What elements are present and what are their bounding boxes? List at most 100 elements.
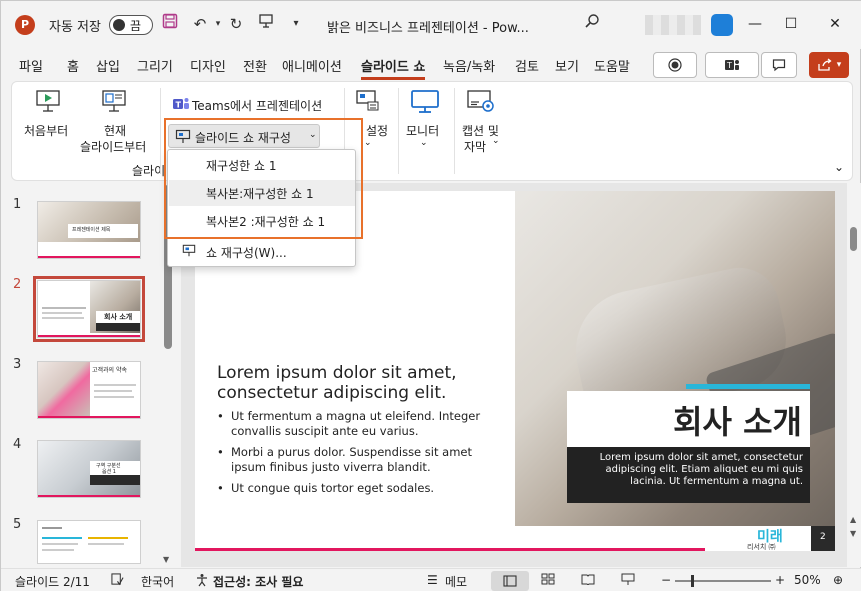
minimize-icon[interactable]: — bbox=[738, 11, 772, 37]
svg-text:T: T bbox=[176, 101, 182, 110]
scrollbar-thumb[interactable] bbox=[850, 227, 857, 251]
thumb-accent-line bbox=[38, 335, 140, 337]
next-slide-icon[interactable]: ▼ bbox=[850, 529, 856, 538]
chevron-down-icon: ⌄ bbox=[420, 138, 428, 148]
slide-thumbnail-3[interactable]: 고객과의 약속 bbox=[37, 361, 141, 419]
thumb-caption-box bbox=[90, 475, 140, 485]
spellcheck-icon[interactable] bbox=[111, 573, 124, 589]
zoom-in-icon[interactable]: + bbox=[775, 573, 785, 587]
slide-indicator[interactable]: 슬라이드 2/11 bbox=[15, 573, 90, 590]
thumb-accent-line bbox=[38, 495, 140, 497]
slideshow-view-icon[interactable] bbox=[621, 573, 635, 589]
scroll-down-arrow-icon[interactable]: ▼ bbox=[163, 555, 169, 564]
teams-button[interactable]: T bbox=[705, 52, 759, 78]
tab-help[interactable]: 도움말 bbox=[594, 56, 630, 75]
search-icon[interactable] bbox=[581, 13, 603, 35]
share-button[interactable]: ▾ bbox=[809, 52, 849, 78]
chevron-down-icon: ⌄ bbox=[364, 138, 372, 148]
from-beginning-label[interactable]: 처음부터 bbox=[24, 122, 68, 139]
tab-insert[interactable]: 삽입 bbox=[96, 56, 120, 75]
accessibility-icon[interactable] bbox=[195, 573, 209, 590]
thumb-text-line bbox=[94, 396, 134, 398]
accessibility-label[interactable]: 접근성: 조사 필요 bbox=[213, 573, 303, 590]
page-number: 2 bbox=[820, 532, 826, 542]
highlight-box bbox=[164, 118, 363, 239]
toggle-knob bbox=[113, 19, 125, 31]
slide-number: 4 bbox=[13, 437, 22, 452]
tab-transitions[interactable]: 전환 bbox=[243, 56, 267, 75]
slide-heading[interactable]: Lorem ipsum dolor sit amet, consectetur … bbox=[217, 363, 509, 403]
account-name-blurred bbox=[645, 15, 701, 35]
notes-icon[interactable]: ☰ bbox=[427, 573, 438, 587]
bullet-text: Morbi a purus dolor. Suspendisse sit ame… bbox=[231, 445, 472, 474]
slide-thumbnail-4[interactable]: 구역 구분선 옵션 1 bbox=[37, 440, 141, 498]
editor-scrollbar[interactable]: ▲ ▼ bbox=[847, 183, 861, 567]
tab-animations[interactable]: 애니메이션 bbox=[282, 56, 342, 75]
slide-sorter-icon[interactable] bbox=[541, 573, 555, 588]
fit-to-window-icon[interactable]: ⊕ bbox=[833, 573, 843, 587]
teams-present-label[interactable]: Teams에서 프레젠테이션 bbox=[192, 97, 322, 114]
tab-draw[interactable]: 그리기 bbox=[137, 56, 173, 75]
language-label[interactable]: 한국어 bbox=[141, 573, 174, 590]
tab-view[interactable]: 보기 bbox=[555, 56, 579, 75]
zoom-slider-thumb[interactable] bbox=[691, 575, 694, 587]
customize-toolbar-icon[interactable]: ▾ bbox=[285, 13, 307, 35]
collapse-ribbon-icon[interactable]: ⌄ bbox=[834, 160, 844, 174]
title-box[interactable]: 회사 소개 bbox=[567, 391, 810, 447]
autosave-label: 자동 저장 bbox=[49, 20, 101, 35]
svg-text:T: T bbox=[726, 61, 732, 70]
thumb-subtitle: 옵션 1 bbox=[102, 469, 116, 475]
tab-file[interactable]: 파일 bbox=[19, 56, 43, 75]
play-from-beginning-icon[interactable] bbox=[34, 88, 62, 116]
thumb-text-line bbox=[94, 390, 132, 392]
slide-thumbnail-2[interactable]: 회사 소개 bbox=[33, 276, 145, 342]
tab-review[interactable]: 검토 bbox=[515, 56, 539, 75]
avatar[interactable] bbox=[711, 14, 733, 36]
thumb-caption-box bbox=[96, 323, 140, 331]
redo-icon[interactable]: ↻ bbox=[225, 13, 247, 35]
notes-label[interactable]: 메모 bbox=[445, 573, 467, 590]
teams-icon[interactable]: T bbox=[172, 96, 190, 112]
monitor-label[interactable]: 모니터 bbox=[406, 122, 439, 139]
tab-record[interactable]: 녹음/녹화 bbox=[443, 56, 495, 75]
from-current-label-1[interactable]: 현재 bbox=[104, 122, 126, 139]
thumb-text-line bbox=[88, 537, 128, 539]
close-icon[interactable]: ✕ bbox=[818, 11, 852, 37]
monitor-icon[interactable] bbox=[410, 88, 440, 116]
custom-show-icon bbox=[182, 244, 196, 261]
caption-box[interactable]: Lorem ipsum dolor sit amet, consectetur … bbox=[567, 447, 810, 503]
comments-button[interactable] bbox=[761, 52, 797, 78]
zoom-percentage[interactable]: 50% bbox=[794, 573, 821, 587]
slide-number: 2 bbox=[13, 277, 22, 292]
ribbon-separator bbox=[454, 88, 455, 174]
play-from-current-icon[interactable] bbox=[100, 88, 128, 116]
slide-thumbnail-5[interactable] bbox=[37, 520, 141, 564]
slide-bullet-list[interactable]: • Ut fermentum a magna ut eleifend. Inte… bbox=[217, 409, 509, 496]
reading-view-icon[interactable] bbox=[581, 573, 595, 588]
thumb-title: 회사 소개 bbox=[104, 313, 133, 321]
custom-shows-dialog-item[interactable]: 쇼 재구성(W)... bbox=[206, 244, 287, 261]
tab-slideshow[interactable]: 슬라이드 쇼 bbox=[361, 56, 426, 80]
autosave-toggle[interactable]: 끔 bbox=[109, 15, 153, 35]
zoom-out-icon[interactable]: − bbox=[661, 573, 671, 587]
slide-number: 3 bbox=[13, 357, 22, 372]
tab-design[interactable]: 디자인 bbox=[190, 56, 226, 75]
maximize-icon[interactable]: ☐ bbox=[774, 11, 808, 37]
captions-settings-icon[interactable] bbox=[466, 88, 496, 116]
slide-thumbnail-1[interactable]: 프레젠테이션 제목 bbox=[37, 201, 141, 259]
setup-label[interactable]: 설정 bbox=[366, 122, 388, 139]
bullet-dot: • bbox=[217, 481, 224, 495]
normal-view-button[interactable] bbox=[491, 571, 529, 591]
chevron-down-icon: ⌄ bbox=[492, 136, 500, 146]
tab-home[interactable]: 홈 bbox=[67, 56, 79, 75]
previous-slide-icon[interactable]: ▲ bbox=[850, 515, 856, 524]
zoom-slider[interactable] bbox=[675, 575, 771, 587]
slide-title: 회사 소개 bbox=[673, 403, 802, 441]
record-button[interactable] bbox=[653, 52, 697, 78]
logo-sub: 리서치 ㈜ bbox=[747, 543, 776, 551]
present-from-beginning-icon[interactable] bbox=[255, 13, 277, 35]
from-current-label-2[interactable]: 슬라이드부터 bbox=[80, 138, 146, 155]
setup-slideshow-icon[interactable] bbox=[354, 88, 382, 116]
save-icon[interactable] bbox=[159, 13, 181, 35]
captions-label-2[interactable]: 자막 bbox=[464, 138, 486, 155]
